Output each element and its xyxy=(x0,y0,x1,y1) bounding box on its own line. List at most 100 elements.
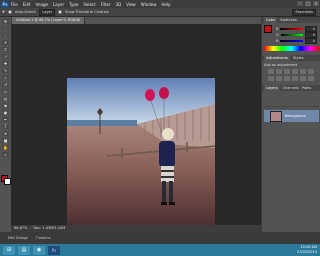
menu-bar: Ps File Edit Image Layer Type Select Fil… xyxy=(0,0,320,8)
menu-type[interactable]: Type xyxy=(69,2,78,7)
transform-controls-label: Show Transform Controls xyxy=(65,10,109,14)
background-color-swatch[interactable] xyxy=(4,178,11,185)
adjustments-title: Add an adjustment xyxy=(264,63,298,67)
eraser-icon[interactable]: ▭ xyxy=(2,89,9,94)
fg-color-chip[interactable] xyxy=(264,25,272,33)
windows-taskbar: ⊞ ▤ ◉ Ps 10:26 AM 27/03/2014 xyxy=(0,244,320,256)
photoshop-logo: Ps xyxy=(1,0,9,8)
quick-select-icon[interactable]: ✦ xyxy=(2,40,9,45)
history-brush-icon[interactable]: ↺ xyxy=(2,82,9,87)
tab-channels[interactable]: Channels xyxy=(283,85,299,91)
channel-mixer-icon[interactable] xyxy=(292,76,298,81)
photo-canvas[interactable] xyxy=(67,78,215,226)
move-tool-icon[interactable]: ✥ xyxy=(2,10,5,14)
brightness-icon[interactable] xyxy=(268,69,274,74)
healing-icon[interactable]: ✚ xyxy=(2,61,9,66)
menu-layer[interactable]: Layer xyxy=(53,2,64,7)
layer-row[interactable]: Background xyxy=(264,110,319,122)
blue-slider[interactable] xyxy=(280,39,303,42)
blue-value[interactable]: 0 xyxy=(305,37,317,44)
tab-timeline[interactable]: Timeline xyxy=(36,232,51,244)
color-spectrum[interactable] xyxy=(264,46,319,51)
zoom-level[interactable]: 66.67% xyxy=(14,225,27,232)
browser-icon[interactable]: ◉ xyxy=(33,245,45,255)
color-panel: R0 G 0 B0 xyxy=(264,25,319,44)
zoom-icon[interactable]: ⌕ xyxy=(2,152,9,157)
menu-edit[interactable]: Edit xyxy=(23,2,31,7)
type-icon[interactable]: T xyxy=(2,124,9,129)
move-icon[interactable]: ✥ xyxy=(2,19,9,24)
menu-window[interactable]: Window xyxy=(141,2,157,7)
curves-icon[interactable] xyxy=(284,69,290,74)
explorer-icon[interactable]: ▤ xyxy=(18,245,30,255)
green-label: G xyxy=(276,32,279,37)
eyedropper-icon[interactable]: ↗ xyxy=(2,54,9,59)
tab-adjustments[interactable]: Adjustments xyxy=(264,55,290,61)
minimize-button[interactable]: – xyxy=(297,1,303,6)
bottom-panel-tabs: Mini Bridge Timeline xyxy=(0,232,320,244)
red-slider[interactable] xyxy=(280,27,303,30)
layer-thumbnail xyxy=(270,110,282,122)
hue-saturation-icon[interactable] xyxy=(308,69,314,74)
vibrance-icon[interactable] xyxy=(300,69,306,74)
tab-swatches[interactable]: Swatches xyxy=(280,17,297,23)
adjustment-icons xyxy=(268,69,315,81)
auto-select-target[interactable]: Layer xyxy=(39,8,56,16)
taskbar-clock[interactable]: 10:26 AM 27/03/2014 xyxy=(297,245,317,255)
black-white-icon[interactable] xyxy=(276,76,282,81)
posterize-icon[interactable] xyxy=(308,76,314,81)
blur-icon[interactable]: ◆ xyxy=(2,103,9,108)
canvas-area xyxy=(11,24,261,226)
clock-date: 27/03/2014 xyxy=(296,250,317,254)
path-select-icon[interactable]: ➤ xyxy=(2,131,9,136)
auto-select-checkbox[interactable] xyxy=(7,10,12,14)
right-panels: Color Swatches R0 G 0 B0 Adjustments Styl… xyxy=(261,17,320,232)
brush-icon[interactable]: ✎ xyxy=(2,68,9,73)
blue-row: B0 xyxy=(276,37,317,44)
color-panel-tabs: Color Swatches xyxy=(262,17,320,23)
green-slider[interactable] xyxy=(280,33,303,36)
lasso-icon[interactable]: ◌ xyxy=(2,33,9,38)
red-label: R xyxy=(276,26,279,31)
tab-paths[interactable]: Paths xyxy=(302,85,312,91)
window-controls: – □ × xyxy=(297,1,319,6)
invert-icon[interactable] xyxy=(300,76,306,81)
tab-layers[interactable]: Layers xyxy=(264,85,280,91)
balloon-right xyxy=(159,87,169,99)
close-button[interactable]: × xyxy=(313,1,319,6)
start-button[interactable]: ⊞ xyxy=(3,245,15,255)
layer-name[interactable]: Background xyxy=(285,114,306,118)
workspace-select[interactable]: Essentials xyxy=(292,9,316,16)
maximize-button[interactable]: □ xyxy=(305,1,311,6)
menu-view[interactable]: View xyxy=(126,2,136,7)
menu-3d[interactable]: 3D xyxy=(116,2,122,7)
red-row: R0 xyxy=(276,25,317,32)
dodge-icon[interactable]: ● xyxy=(2,110,9,115)
rgb-sliders: R0 G 0 B0 xyxy=(274,25,319,44)
tab-mini-bridge[interactable]: Mini Bridge xyxy=(8,232,28,244)
gradient-icon[interactable]: ▤ xyxy=(2,96,9,101)
transform-controls-checkbox[interactable] xyxy=(58,10,63,14)
crop-icon[interactable]: ⌗ xyxy=(2,47,9,52)
menu-select[interactable]: Select xyxy=(83,2,95,7)
shape-icon[interactable]: ■ xyxy=(2,138,9,143)
layers-panel-tabs: Layers Channels Paths xyxy=(262,85,320,91)
menu-filter[interactable]: Filter xyxy=(101,2,111,7)
tab-color[interactable]: Color xyxy=(264,17,278,23)
menu-help[interactable]: Help xyxy=(161,2,170,7)
exposure-icon[interactable] xyxy=(292,69,298,74)
status-bar: 66.67% Doc: 1.43M/1.43M xyxy=(11,225,261,232)
marquee-icon[interactable]: ⬚ xyxy=(2,26,9,31)
document-tab[interactable]: Untitled-1 @ 66.7% (Layer 0, RGB/8) xyxy=(12,17,86,24)
levels-icon[interactable] xyxy=(276,69,282,74)
tab-styles[interactable]: Styles xyxy=(293,55,304,61)
clone-stamp-icon[interactable]: ⊥ xyxy=(2,75,9,80)
hand-icon[interactable]: ✋ xyxy=(2,145,9,150)
photoshop-taskbar-icon[interactable]: Ps xyxy=(48,245,60,255)
photo-filter-icon[interactable] xyxy=(284,76,290,81)
menu-image[interactable]: Image xyxy=(35,2,48,7)
menu-file[interactable]: File xyxy=(11,2,18,7)
color-balance-icon[interactable] xyxy=(268,76,274,81)
sea xyxy=(67,120,137,126)
pen-icon[interactable]: ✒ xyxy=(2,117,9,122)
